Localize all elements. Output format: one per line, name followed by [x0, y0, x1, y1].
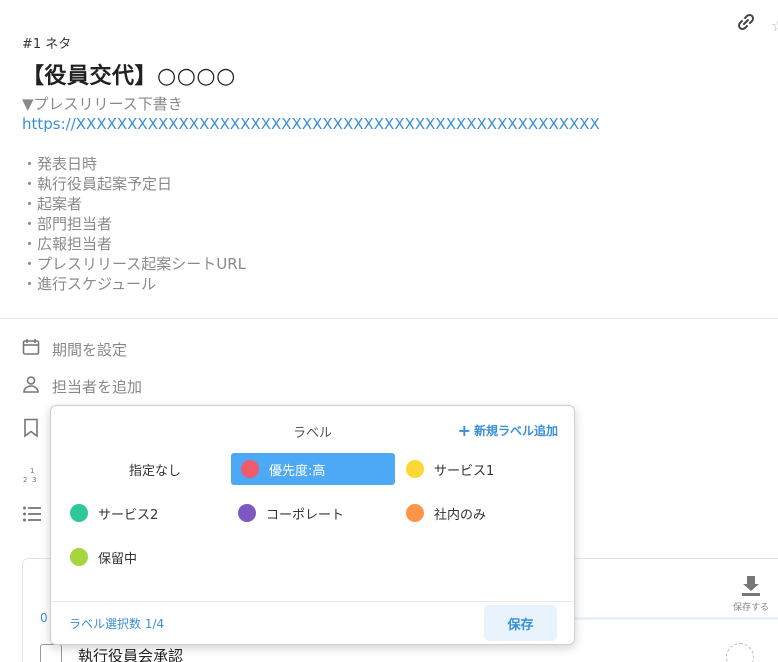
checklist-item[interactable]: 執行役員会承認	[40, 644, 183, 662]
set-period-label: 期間を設定	[52, 340, 128, 359]
description-bullet: ・プレスリリース起案シートURL	[22, 255, 247, 273]
label-option-text: 社内のみ	[434, 507, 487, 523]
progress-value: 0	[40, 611, 48, 625]
save-button[interactable]: 保存	[484, 605, 557, 641]
label-color-dot	[70, 504, 88, 522]
description-bullet: ・執行役員起案予定日	[22, 175, 173, 193]
label-selection-count: ラベル選択数 1/4	[69, 617, 165, 631]
priority-icon[interactable]: 123	[22, 466, 42, 488]
download-icon	[741, 576, 761, 600]
task-number: #1 ネタ	[22, 37, 72, 52]
save-side-label: 保存する	[732, 603, 769, 613]
description-gap	[22, 134, 600, 154]
divider	[0, 318, 778, 319]
svg-text:2: 2	[23, 476, 27, 484]
add-assignee-row[interactable]: 担当者を追加	[22, 375, 142, 397]
plus-icon: +	[457, 420, 471, 440]
label-color-dot	[241, 460, 259, 478]
label-option-text: 優先度:高	[269, 463, 326, 479]
star-icon[interactable]: ☆	[771, 16, 778, 35]
label-color-dot	[70, 548, 88, 566]
label-option-text: 保留中	[98, 551, 138, 567]
progress-bar	[560, 617, 778, 620]
label-color-dot	[238, 504, 256, 522]
label-color-dot	[406, 504, 424, 522]
label-option-service1[interactable]: サービス1	[396, 453, 560, 485]
checklist-icon[interactable]	[22, 505, 42, 527]
popup-divider	[51, 601, 574, 602]
calendar-icon	[22, 338, 40, 360]
new-label-text: 新規ラベル追加	[473, 424, 558, 438]
label-option-text: 指定なし	[129, 463, 182, 479]
task-title[interactable]: 【役員交代】○○○○	[22, 58, 236, 90]
set-period-row[interactable]: 期間を設定	[22, 338, 127, 360]
title-rest: ○○○○	[157, 64, 236, 89]
svg-text:1: 1	[30, 467, 34, 475]
label-option-service2[interactable]: サービス2	[60, 497, 224, 529]
label-option-internal[interactable]: 社内のみ	[396, 497, 560, 529]
label-option-corporate[interactable]: コーポレート	[228, 497, 392, 529]
task-description[interactable]: ▼プレスリリース下書き https://XXXXXXXXXXXXXXXXXXXX…	[22, 94, 600, 294]
label-option-on-hold[interactable]: 保留中	[60, 541, 224, 573]
person-icon	[22, 375, 40, 397]
label-option-text: コーポレート	[266, 507, 345, 523]
label-option-text: サービス2	[98, 507, 159, 523]
bookmark-icon[interactable]	[22, 418, 40, 442]
link-icon[interactable]	[736, 12, 756, 32]
checklist-checkbox[interactable]	[40, 644, 62, 662]
description-link[interactable]: https://XXXXXXXXXXXXXXXXXXXXXXXXXXXXXXXX…	[22, 114, 600, 134]
top-actions	[736, 12, 756, 32]
description-bullet: ・起案者	[22, 195, 83, 213]
label-option-priority-high[interactable]: 優先度:高	[231, 453, 395, 485]
save-side-button[interactable]: 保存する	[731, 575, 771, 613]
new-label-button[interactable]: + 新規ラベル追加	[458, 422, 558, 439]
checklist-item-label: 執行役員会承認	[78, 646, 184, 662]
label-color-dot	[406, 460, 424, 478]
description-bullet: ・部門担当者	[22, 215, 113, 233]
description-heading: ▼プレスリリース下書き	[22, 95, 183, 113]
description-bullet: ・進行スケジュール	[22, 275, 156, 293]
description-bullet: ・広報担当者	[22, 235, 113, 253]
add-assignee-label: 担当者を追加	[52, 377, 143, 396]
description-bullet: ・発表日時	[22, 155, 98, 173]
title-bracket: 【役員交代】	[22, 64, 158, 89]
label-option-text: サービス1	[434, 463, 495, 479]
label-popup: ラベル + 新規ラベル追加 指定なし 優先度:高 サービス1 サービス2 コーポ…	[50, 405, 575, 645]
svg-text:3: 3	[32, 476, 36, 484]
